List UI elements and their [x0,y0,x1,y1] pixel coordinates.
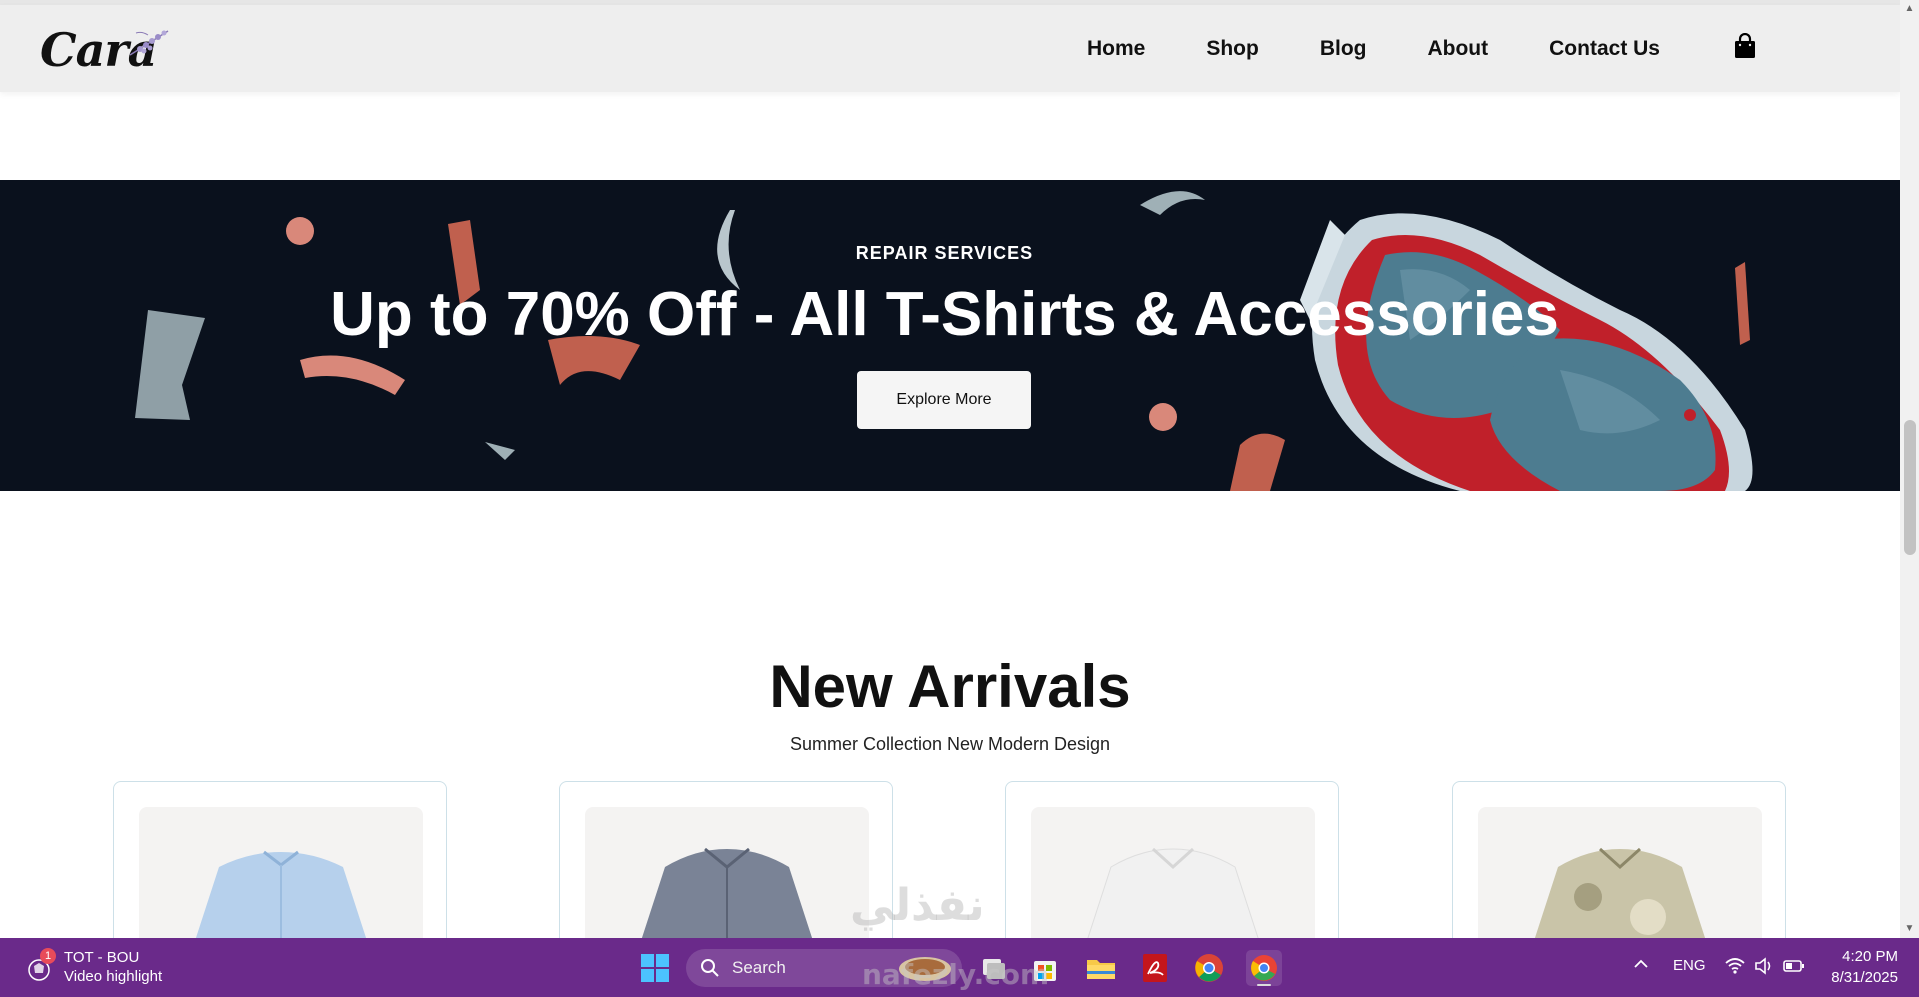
scroll-thumb[interactable] [1904,420,1916,555]
battery-icon[interactable] [1783,958,1805,974]
section-subtitle: Summer Collection New Modern Design [789,734,1111,754]
pdf-reader-icon[interactable] [1136,949,1174,987]
promo-banner: REPAIR SERVICES Up to 70% Off - All T-Sh… [0,180,1900,491]
nav-contact-us[interactable]: Contact Us [1549,37,1660,61]
product-card[interactable] [1452,781,1786,938]
site-header: Cara Home Shop Blog About Contact Us [0,5,1900,92]
banner-subtitle: REPAIR SERVICES [855,243,1034,263]
volume-icon[interactable] [1753,956,1775,976]
nav-home[interactable]: Home [1087,37,1145,61]
page-scrollbar[interactable]: ▲ ▼ [1900,0,1919,938]
search-label: Search [732,958,786,977]
search-icon [701,959,719,977]
product-card[interactable] [1005,781,1339,938]
shopping-bag-icon[interactable] [1734,33,1756,59]
banner-title: Up to 70% Off - All T-Shirts & Accessori… [330,280,1559,349]
scroll-down-arrow-icon[interactable]: ▼ [1900,920,1919,938]
browser-viewport: Cara Home Shop Blog About Contact Us REP… [0,0,1900,938]
file-explorer-icon[interactable] [1082,949,1120,987]
nav-shop[interactable]: Shop [1206,37,1259,61]
watermark-latin: nafezly.com [862,958,1050,991]
scroll-up-arrow-icon[interactable]: ▲ [1900,0,1919,18]
section-title: New Arrivals [769,653,1131,720]
wifi-icon[interactable] [1724,956,1746,976]
product-image-white-shirt [1031,807,1315,938]
product-card[interactable] [113,781,447,938]
language-indicator[interactable]: ENG [1673,957,1706,974]
product-image-light-blue-shirt [139,807,423,938]
widget-subtitle: Video highlight [64,968,163,985]
site-logo[interactable]: Cara [40,23,170,83]
main-nav: Home Shop Blog About Contact Us [1026,5,1660,92]
lavender-icon [129,30,169,56]
product-image-grey-check-shirt [585,807,869,938]
nav-blog[interactable]: Blog [1320,37,1367,61]
product-image-floral-shirt [1478,807,1762,938]
clock-date[interactable]: 8/31/2025 [1818,969,1898,986]
chrome-profile-icon[interactable] [1245,949,1283,987]
nav-about[interactable]: About [1427,37,1488,61]
product-card[interactable] [559,781,893,938]
news-widget[interactable]: 1 TOT - BOU Video highlight [24,946,184,990]
explore-more-button[interactable]: Explore More [857,371,1031,429]
windows-start-icon[interactable] [636,949,674,987]
widget-title: TOT - BOU [64,949,140,966]
chevron-up-icon[interactable] [1632,955,1650,973]
chrome-icon[interactable] [1190,949,1228,987]
notification-badge: 1 [40,948,56,964]
watermark-arabic: نفذلي [850,880,985,931]
clock-time[interactable]: 4:20 PM [1828,948,1898,965]
